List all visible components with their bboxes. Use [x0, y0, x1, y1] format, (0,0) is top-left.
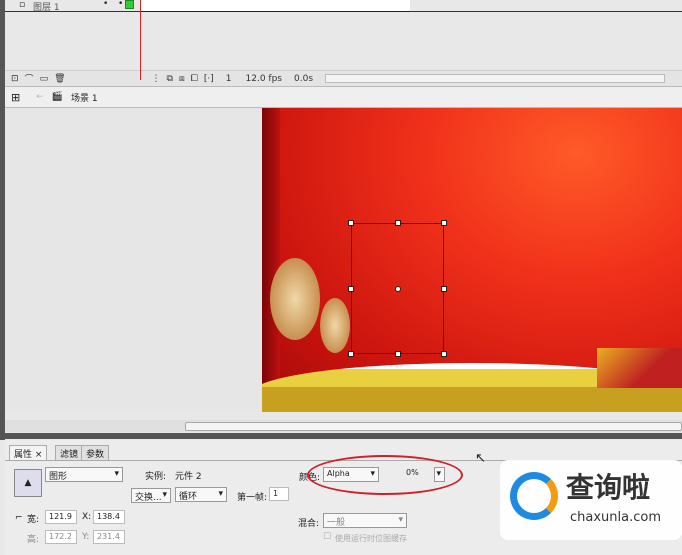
drum	[320, 298, 350, 353]
width-input[interactable]: 121.9	[45, 510, 77, 524]
transform-point[interactable]	[395, 286, 401, 292]
layer-name: 图层 1	[33, 3, 60, 13]
edit-frames-icon[interactable]: ⧠	[191, 74, 198, 84]
drum	[270, 258, 320, 340]
stage[interactable]	[262, 108, 682, 412]
blend-label: 混合:	[298, 519, 320, 529]
first-frame-label: 第一帧:	[237, 493, 268, 503]
watermark-logo: 查询啦 chaxunla.com	[500, 460, 682, 540]
cache-label: 使用运行时位图缓存	[335, 534, 407, 543]
highlight-ellipse	[307, 455, 463, 495]
tab-filters[interactable]: 滤镜	[55, 445, 84, 460]
frame-track[interactable]	[140, 0, 410, 12]
resize-handle[interactable]	[441, 220, 447, 226]
scene-name[interactable]: 场景 1	[71, 91, 98, 104]
symbol-type-select[interactable]: 图形	[45, 467, 123, 482]
layer-icon: ▫	[19, 0, 26, 10]
outline-color-icon[interactable]	[125, 0, 134, 9]
resize-handle[interactable]	[348, 220, 354, 226]
width-label: 宽:	[27, 515, 40, 525]
loop-select[interactable]: 循环	[175, 487, 227, 502]
curtain	[262, 108, 280, 412]
edit-bar: ⊞ ← 🎬 场景 1	[5, 86, 682, 108]
timeline-area	[5, 13, 682, 70]
graphic-symbol-icon: ▲	[14, 469, 42, 497]
lock-proportions-icon[interactable]: ⌐	[15, 513, 23, 523]
blend-select[interactable]: 一般	[323, 513, 407, 528]
cache-checkbox[interactable]: ☐	[323, 532, 331, 542]
center-frame-icon[interactable]: ⋮	[152, 74, 161, 84]
delete-icon[interactable]: 🗑	[54, 74, 65, 84]
frame-rate[interactable]: 12.0 fps	[246, 74, 282, 84]
visibility-dot[interactable]: •	[103, 0, 108, 9]
resize-handle[interactable]	[441, 286, 447, 292]
x-label: X:	[82, 512, 92, 522]
tab-parameters[interactable]: 参数	[81, 445, 110, 460]
onion-skin-icon[interactable]: ⧉	[167, 74, 173, 84]
modify-markers-icon[interactable]: [·]	[204, 74, 214, 84]
guide-layer-icon[interactable]: ⌒	[25, 72, 34, 85]
instance-name: 元件 2	[175, 472, 202, 482]
y-label: Y:	[82, 532, 90, 542]
stage-scroll-thumb[interactable]	[185, 422, 682, 431]
gift-boxes	[597, 348, 682, 388]
current-frame: 1	[225, 73, 232, 84]
scene-icon: 🎬	[51, 92, 63, 102]
timeline-footer: ⊡ ⌒ ▭ 🗑 ⋮ ⧉ ⧈ ⧠ [·] 1 12.0 fps 0.0s	[5, 70, 682, 86]
resize-handle[interactable]	[348, 351, 354, 357]
x-input[interactable]: 138.4	[93, 510, 125, 524]
pasteboard	[5, 108, 262, 412]
playhead[interactable]	[140, 0, 141, 80]
watermark-text: 查询啦	[566, 471, 651, 504]
height-label: 高:	[27, 535, 40, 545]
resize-handle[interactable]	[348, 286, 354, 292]
resize-handle[interactable]	[441, 351, 447, 357]
back-arrow-icon[interactable]: ←	[36, 92, 44, 102]
onion-outline-icon[interactable]: ⧈	[179, 74, 185, 84]
elapsed-time: 0.0s	[294, 73, 314, 84]
timeline-toggle-icon[interactable]: ⊞	[11, 91, 20, 104]
watermark-url: chaxunla.com	[570, 510, 661, 525]
folder-icon[interactable]: ▭	[40, 74, 49, 84]
swap-button[interactable]: 交换...	[131, 488, 171, 503]
height-input[interactable]: 172.2	[45, 530, 77, 544]
timeline-scrollbar[interactable]	[325, 74, 666, 83]
lock-dot[interactable]: •	[118, 0, 123, 9]
logo-mark	[510, 472, 558, 520]
resize-handle[interactable]	[395, 220, 401, 226]
resize-handle[interactable]	[395, 351, 401, 357]
new-layer-icon[interactable]: ⊡	[11, 74, 19, 84]
y-input[interactable]: 231.4	[93, 530, 125, 544]
instance-label: 实例:	[145, 472, 167, 482]
tab-properties[interactable]: 属性 ×	[9, 445, 48, 460]
first-frame-input[interactable]: 1	[269, 487, 289, 501]
mouse-cursor: ↖	[475, 451, 486, 466]
